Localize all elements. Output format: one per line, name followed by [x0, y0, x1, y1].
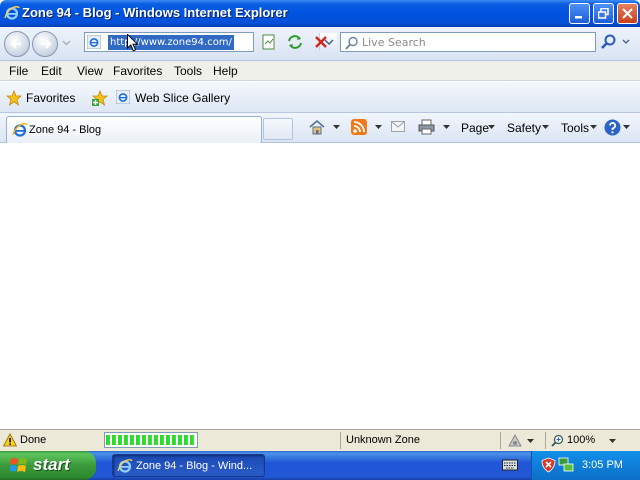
address-bar[interactable]: http://www.zone94.com/ — [84, 32, 337, 52]
compatibility-view-icon[interactable] — [260, 33, 278, 51]
ie-page-icon — [116, 90, 130, 104]
ie-logo-icon — [12, 123, 28, 137]
page-label: Page — [461, 121, 490, 135]
refresh-icon[interactable] — [286, 33, 304, 51]
title-bar[interactable]: Zone 94 - Blog - Windows Internet Explor… — [0, 0, 640, 27]
window-title: Zone 94 - Blog - Windows Internet Explor… — [22, 5, 288, 20]
print-dropdown-chevron-icon[interactable] — [443, 125, 450, 130]
minimize-icon — [575, 16, 582, 19]
menu-tools[interactable]: Tools — [174, 64, 202, 78]
status-bar: Done Unknown Zone 100% — [0, 429, 640, 451]
search-icon — [345, 36, 358, 50]
taskbar-item-label: Zone 94 - Blog - Wind... — [136, 460, 253, 472]
forward-button[interactable] — [32, 31, 58, 57]
forward-arrow-icon — [41, 39, 52, 49]
page-ie-icon — [87, 35, 101, 49]
taskbar: start Zone 94 - Blog - Wind... 3:05 PM — [0, 451, 640, 480]
status-text: Done — [20, 434, 47, 446]
help-icon — [604, 119, 621, 136]
warning-icon[interactable] — [3, 433, 17, 447]
menu-help[interactable]: Help — [213, 64, 238, 78]
print-icon[interactable] — [418, 119, 435, 135]
maximize-button[interactable] — [593, 3, 614, 24]
status-divider — [545, 432, 546, 449]
menu-bar: File Edit View Favorites Tools Help — [0, 61, 640, 81]
back-arrow-icon — [10, 39, 21, 49]
recent-pages-chevron-icon[interactable] — [62, 38, 71, 47]
menu-file[interactable]: File — [9, 64, 28, 78]
tab-bar: Zone 94 - Blog Page Safety Tools — [0, 113, 640, 143]
windows-flag-icon — [10, 458, 27, 472]
home-icon[interactable] — [309, 119, 325, 135]
security-shield-icon[interactable] — [541, 457, 556, 473]
safety-label: Safety — [507, 121, 542, 135]
menu-view[interactable]: View — [77, 64, 103, 78]
network-icon[interactable] — [558, 457, 574, 473]
mouse-cursor-icon — [127, 34, 139, 52]
search-options-chevron-icon[interactable] — [622, 39, 630, 45]
mail-icon[interactable] — [391, 121, 405, 133]
security-zone[interactable]: Unknown Zone — [346, 434, 420, 446]
new-tab-button[interactable] — [263, 118, 293, 140]
stop-icon[interactable] — [312, 33, 330, 51]
minimize-button[interactable] — [569, 3, 590, 24]
close-icon — [622, 8, 633, 19]
search-box[interactable]: Live Search — [340, 32, 596, 52]
ie-logo-icon — [4, 6, 20, 20]
zoom-level: 100% — [567, 434, 596, 446]
home-dropdown-chevron-icon[interactable] — [333, 125, 340, 130]
add-favorite-icon[interactable] — [92, 90, 108, 106]
restore-icon — [598, 8, 609, 19]
chevron-down-icon — [623, 125, 630, 129]
tab-zone-94-blog[interactable]: Zone 94 - Blog — [6, 116, 262, 143]
search-go-icon[interactable] — [600, 33, 618, 51]
menu-edit[interactable]: Edit — [41, 64, 62, 78]
protected-mode-icon[interactable] — [508, 434, 522, 447]
star-icon — [6, 90, 22, 106]
close-button[interactable] — [617, 3, 638, 24]
chevron-down-icon[interactable] — [527, 439, 534, 444]
page-content[interactable] — [0, 143, 640, 429]
favorites-label: Favorites — [26, 91, 76, 105]
zoom-icon — [551, 434, 564, 447]
favorites-bar: Favorites Web Slice Gallery — [0, 82, 640, 113]
chevron-down-icon — [488, 125, 495, 129]
start-label: start — [33, 455, 70, 474]
tab-label: Zone 94 - Blog — [29, 124, 102, 136]
feeds-icon[interactable] — [351, 119, 367, 135]
progress-bar — [104, 432, 198, 448]
clock[interactable]: 3:05 PM — [582, 459, 623, 471]
ie-logo-icon — [117, 459, 133, 473]
tools-label: Tools — [561, 121, 590, 135]
feeds-dropdown-chevron-icon[interactable] — [375, 125, 382, 130]
keyboard-icon[interactable] — [502, 458, 518, 472]
web-slice-gallery-label: Web Slice Gallery — [135, 91, 231, 105]
chevron-down-icon — [590, 125, 597, 129]
search-input[interactable]: Live Search — [362, 36, 426, 49]
menu-favorites[interactable]: Favorites — [113, 64, 162, 78]
taskbar-item-ie-window[interactable]: Zone 94 - Blog - Wind... — [112, 454, 265, 477]
status-divider — [500, 432, 501, 449]
status-divider — [340, 432, 341, 449]
start-button[interactable]: start — [0, 451, 96, 480]
chevron-down-icon — [542, 125, 549, 129]
back-button[interactable] — [4, 31, 30, 57]
progress-fill — [106, 435, 196, 445]
zoom-chevron-down-icon[interactable] — [609, 439, 616, 444]
